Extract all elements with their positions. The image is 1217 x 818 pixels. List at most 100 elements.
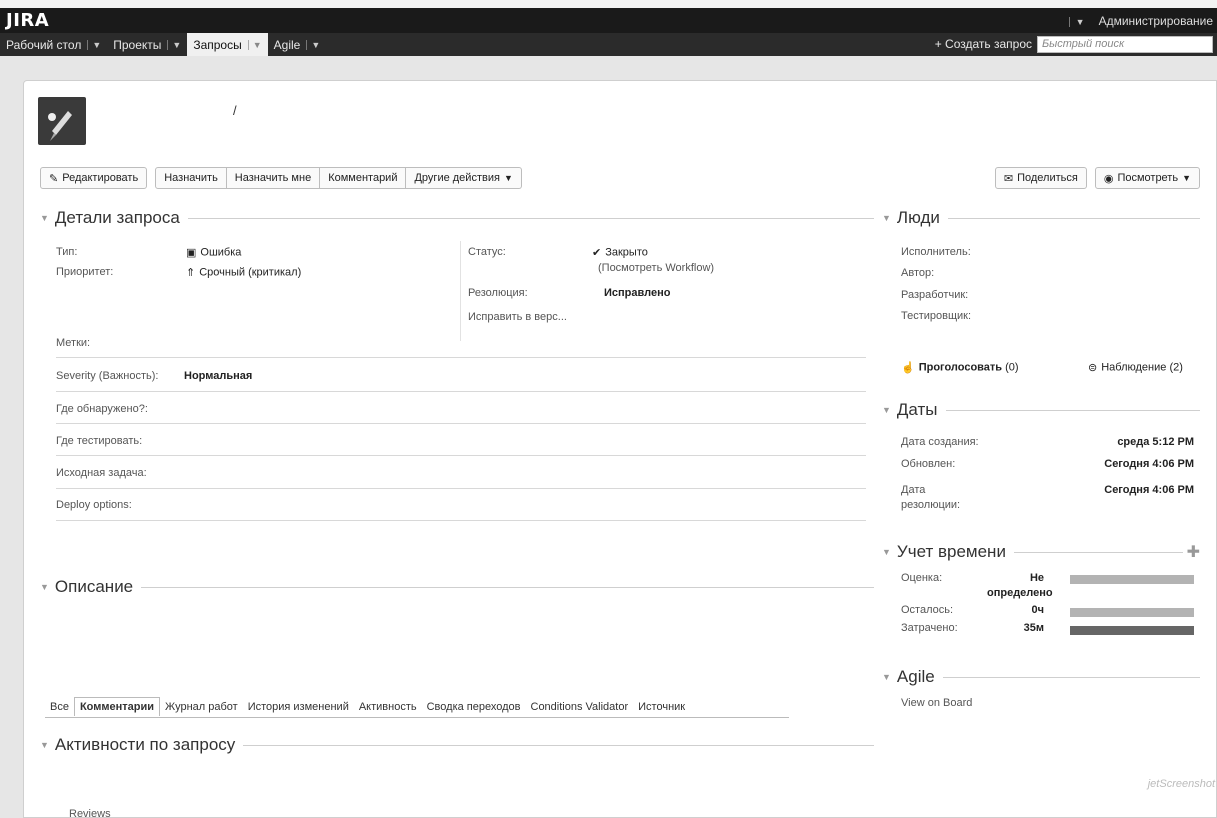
activity-tabs: Все Комментарии Журнал работ История изм… xyxy=(45,697,690,716)
add-worklog-icon[interactable]: ✚ xyxy=(1187,542,1200,562)
severity-value: Нормальная xyxy=(184,370,253,382)
labels-label: Метки: xyxy=(56,337,91,349)
vote-link[interactable]: ☝ Проголосовать (0) xyxy=(901,361,1019,374)
share-button-label: Поделиться xyxy=(1017,172,1078,184)
assignee-label: Исполнитель: xyxy=(901,246,971,258)
envelope-icon: ✉ xyxy=(1003,172,1014,185)
nav-dashboard[interactable]: Рабочий стол ▼ xyxy=(0,33,107,56)
watch-button[interactable]: ◉ Посмотреть ▼ xyxy=(1094,167,1200,189)
chevron-down-icon[interactable]: ▼ xyxy=(247,39,262,50)
pencil-icon: ✎ xyxy=(49,172,59,185)
people-section-header[interactable]: ▼ Люди xyxy=(882,208,1200,228)
description-section-header[interactable]: ▼ Описание xyxy=(40,577,874,597)
divider xyxy=(56,488,866,489)
nav-projects-label: Проекты xyxy=(113,37,162,52)
dates-section-header[interactable]: ▼ Даты xyxy=(882,400,1200,420)
top-strip xyxy=(0,0,1217,8)
details-title: Детали запроса xyxy=(54,208,180,227)
updated-value: Сегодня 4:06 PM xyxy=(1104,458,1194,470)
details-section-header[interactable]: ▼ Детали запроса xyxy=(40,208,874,228)
collapse-twixie-icon[interactable]: ▼ xyxy=(40,213,49,223)
main-nav: Рабочий стол ▼ Проекты ▼ Запросы ▼ Agile ▼ xyxy=(0,33,326,56)
create-issue-button[interactable]: + Создать запрос xyxy=(935,37,1032,51)
arrow-up-icon: ⇑ xyxy=(186,267,196,279)
view-workflow-link[interactable]: (Посмотреть Workflow) xyxy=(598,262,714,274)
created-label: Дата создания: xyxy=(901,436,979,448)
chevron-down-icon[interactable]: ▼ xyxy=(87,39,101,50)
estimate-label: Оценка: xyxy=(901,572,943,584)
time-tracking-section-header[interactable]: ▼ Учет времени ✚ xyxy=(882,542,1200,562)
issue-toolbar: ✎ Редактировать Назначить Назначить мне К… xyxy=(40,167,522,189)
chevron-down-icon[interactable]: ▼ xyxy=(1068,17,1091,27)
time-tracking-title: Учет времени xyxy=(896,542,1006,561)
divider xyxy=(56,391,866,392)
tab-conditions-validator[interactable]: Conditions Validator xyxy=(526,698,634,716)
edit-button[interactable]: ✎ Редактировать xyxy=(40,167,148,189)
estimate-bar xyxy=(1070,575,1194,584)
status-closed-icon: ✔ xyxy=(592,247,602,259)
estimate-bar-fill xyxy=(1070,575,1194,584)
project-avatar[interactable] xyxy=(38,97,86,145)
tab-all[interactable]: Все xyxy=(45,698,74,716)
tab-reviews[interactable]: Reviews xyxy=(69,808,111,818)
activity-section-header[interactable]: ▼ Активности по запросу xyxy=(40,735,874,755)
status-label: Статус: xyxy=(468,246,506,258)
created-value: среда 5:12 PM xyxy=(1117,436,1194,448)
divider xyxy=(56,423,866,424)
collapse-twixie-icon[interactable]: ▼ xyxy=(882,672,891,682)
chevron-down-icon[interactable]: ▼ xyxy=(167,39,181,50)
collapse-twixie-icon[interactable]: ▼ xyxy=(40,582,49,592)
watchers-link[interactable]: ⊜ Наблюдение (2) xyxy=(1088,361,1183,374)
divider xyxy=(945,409,1200,411)
resolved-value: Сегодня 4:06 PM xyxy=(1104,484,1194,496)
collapse-twixie-icon[interactable]: ▼ xyxy=(882,405,891,415)
resolved-label-line2: резолюции: xyxy=(901,499,961,511)
tester-label: Тестировщик: xyxy=(901,310,972,322)
priority-value: ⇑ Срочный (критикал) xyxy=(186,266,301,279)
status-value-text: Закрыто xyxy=(605,246,648,259)
comment-button[interactable]: Комментарий xyxy=(320,167,407,189)
estimate-value-line1: Не xyxy=(1029,572,1044,584)
divider xyxy=(56,520,866,521)
collapse-twixie-icon[interactable]: ▼ xyxy=(882,547,891,557)
jira-logo[interactable]: JIRA xyxy=(6,10,49,31)
admin-menu[interactable]: ▼ Администрирование xyxy=(1068,14,1213,28)
tab-source[interactable]: Источник xyxy=(633,698,690,716)
remaining-value: 0ч xyxy=(1031,604,1044,616)
share-button[interactable]: ✉ Поделиться xyxy=(994,167,1087,189)
nav-agile-label: Agile xyxy=(273,37,301,52)
divider xyxy=(141,586,874,588)
assign-to-me-button[interactable]: Назначить мне xyxy=(226,167,321,189)
collapse-twixie-icon[interactable]: ▼ xyxy=(40,740,49,750)
more-actions-button[interactable]: Другие действия ▼ xyxy=(406,167,522,189)
quick-search-input[interactable]: Быстрый поиск xyxy=(1037,36,1213,53)
people-title: Люди xyxy=(896,208,940,227)
tab-work-log[interactable]: Журнал работ xyxy=(160,698,243,716)
severity-label: Severity (Важность): xyxy=(56,370,159,382)
assign-button[interactable]: Назначить xyxy=(155,167,227,189)
binoculars-icon: ⊜ xyxy=(1088,362,1098,374)
nav-issues[interactable]: Запросы ▼ xyxy=(187,33,268,56)
logged-bar-fill xyxy=(1070,626,1194,635)
tab-history[interactable]: История изменений xyxy=(243,698,354,716)
divider xyxy=(243,744,874,746)
type-label: Тип: xyxy=(56,246,78,258)
divider xyxy=(942,676,1200,678)
watermark: jetScreenshot xyxy=(1147,778,1215,790)
logged-value: 35м xyxy=(1023,622,1044,634)
watchers-label: Наблюдение (2) xyxy=(1101,361,1183,374)
nav-agile[interactable]: Agile ▼ xyxy=(268,33,327,56)
chevron-down-icon[interactable]: ▼ xyxy=(306,39,320,50)
agile-section-header[interactable]: ▼ Agile xyxy=(882,667,1200,687)
remaining-bar xyxy=(1070,608,1194,617)
divider xyxy=(1013,551,1183,553)
tab-transitions[interactable]: Сводка переходов xyxy=(422,698,526,716)
chevron-down-icon: ▼ xyxy=(503,173,513,183)
view-on-board-link[interactable]: View on Board xyxy=(901,697,972,709)
tab-activity[interactable]: Активность xyxy=(354,698,422,716)
admin-label: Администрирование xyxy=(1098,14,1213,28)
tab-comments[interactable]: Комментарии xyxy=(73,697,161,716)
agile-title: Agile xyxy=(896,667,935,686)
collapse-twixie-icon[interactable]: ▼ xyxy=(882,213,891,223)
nav-projects[interactable]: Проекты ▼ xyxy=(107,33,187,56)
